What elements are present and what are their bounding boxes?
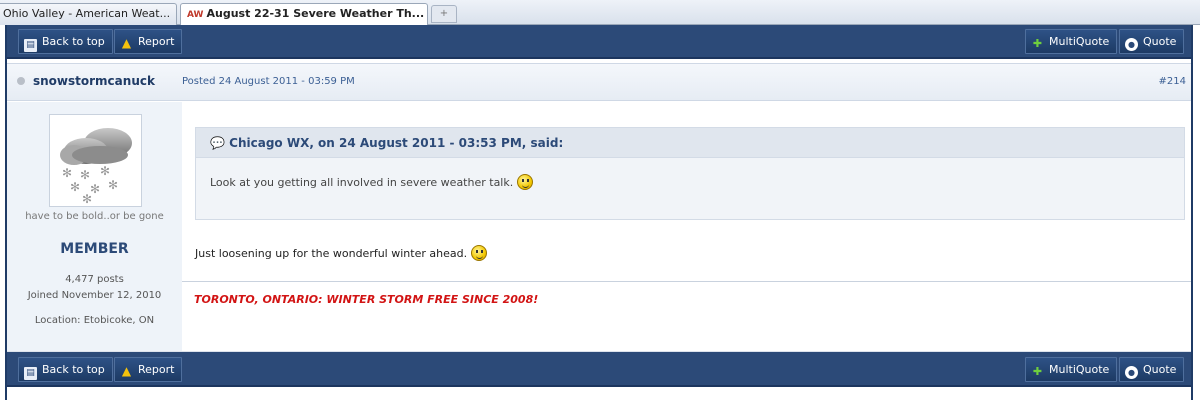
tab-ohio-valley[interactable]: Ohio Valley - American Weat... × [0,3,177,25]
avatar[interactable]: ✻ ✻ ✻ ✻ ✻ ✻ ✻ [49,114,142,207]
post-body-text: Just loosening up for the wonderful wint… [195,247,468,260]
quote-bubble-icon: ● [1125,38,1138,51]
back-to-top-button[interactable]: ▤ Back to top [18,29,113,54]
quote-label: Quote [1143,363,1177,376]
offline-status-icon [17,77,25,85]
post-action-bar-bottom: ▤ Back to top ▲ Report ✚ MultiQuote ● Quote [7,351,1191,387]
browser-tab-strip: Ohio Valley - American Weat... × AWAugust… [0,0,1200,26]
quote-button[interactable]: ● Quote [1119,357,1185,382]
warning-icon: ▲ [121,364,132,378]
multiquote-plus-icon: ✚ [1032,37,1043,50]
smile-smiley-icon [471,245,488,261]
quote-label: Quote [1143,35,1177,48]
wink-smiley-icon [517,174,534,190]
close-tab-icon[interactable]: × [175,7,176,20]
quote-body: Look at you getting all involved in seve… [210,174,534,190]
member-location: Location: Etobicoke, ON [34,315,155,326]
signature-divider [182,281,1191,282]
svg-text:✻: ✻ [82,192,92,206]
quoted-post: 💬 Chicago WX, on 24 August 2011 - 03:53 … [195,127,1185,220]
author-info-panel: ✻ ✻ ✻ ✻ ✻ ✻ ✻ have to be bold..or be gone ME… [7,102,182,351]
report-button[interactable]: ▲ Report [114,29,183,54]
quote-header: 💬 Chicago WX, on 24 August 2011 - 03:53 … [196,128,1184,158]
forum-post-frame: ▤ Back to top ▲ Report ✚ MultiQuote ● Quote … [5,25,1193,400]
page-icon: ▤ [24,367,37,380]
quote-button[interactable]: ● Quote [1119,29,1185,54]
tab-label: August 22-31 Severe Weather Th... [206,7,425,20]
multiquote-label: MultiQuote [1049,363,1110,376]
post-author-username[interactable]: snowstormcanuck [33,74,155,88]
svg-text:✻: ✻ [80,168,90,182]
quote-body-text: Look at you getting all involved in seve… [210,176,514,189]
svg-text:✻: ✻ [70,180,80,194]
post-header: snowstormcanuck Posted 24 August 2011 - … [7,63,1191,101]
report-label: Report [138,363,175,376]
speech-bubbles-icon: 💬 [210,136,225,150]
multiquote-label: MultiQuote [1049,35,1110,48]
post-action-bar-top: ▤ Back to top ▲ Report ✚ MultiQuote ● Quote [7,25,1191,59]
tab-label: Ohio Valley - American Weat... [3,7,171,20]
warning-icon: ▲ [121,36,132,50]
quote-citation-text: Chicago WX, on 24 August 2011 - 03:53 PM… [229,136,564,150]
member-tagline: have to be bold..or be gone [25,211,164,222]
quote-citation[interactable]: 💬 Chicago WX, on 24 August 2011 - 03:53 … [210,136,563,150]
member-signature: TORONTO, ONTARIO: WINTER STORM FREE SINC… [194,293,539,306]
svg-text:✻: ✻ [62,166,72,180]
back-to-top-label: Back to top [42,363,105,376]
multiquote-plus-icon: ✚ [1032,365,1043,378]
multiquote-button[interactable]: ✚ MultiQuote [1025,29,1118,54]
post-number-link[interactable]: #214 [1159,76,1186,87]
svg-text:✻: ✻ [108,178,118,192]
svg-text:✻: ✻ [100,164,110,178]
back-to-top-label: Back to top [42,35,105,48]
multiquote-button[interactable]: ✚ MultiQuote [1025,357,1118,382]
aw-favicon-icon: AW [187,10,204,20]
member-rank: MEMBER [60,241,129,257]
new-tab-button[interactable]: + [431,5,457,23]
tab-severe-weather-thread[interactable]: AWAugust 22-31 Severe Weather Th...× [180,3,428,26]
back-to-top-button[interactable]: ▤ Back to top [18,357,113,382]
post-count: 4,477 posts [65,274,124,285]
page-icon: ▤ [24,39,37,52]
post-timestamp: Posted 24 August 2011 - 03:59 PM [182,76,355,87]
report-button[interactable]: ▲ Report [114,357,183,382]
snow-cloud-icon: ✻ ✻ ✻ ✻ ✻ ✻ ✻ [60,128,132,206]
report-label: Report [138,35,175,48]
post-body: Just loosening up for the wonderful wint… [195,245,488,261]
joined-date: Joined November 12, 2010 [27,290,162,301]
quote-bubble-icon: ● [1125,366,1138,379]
